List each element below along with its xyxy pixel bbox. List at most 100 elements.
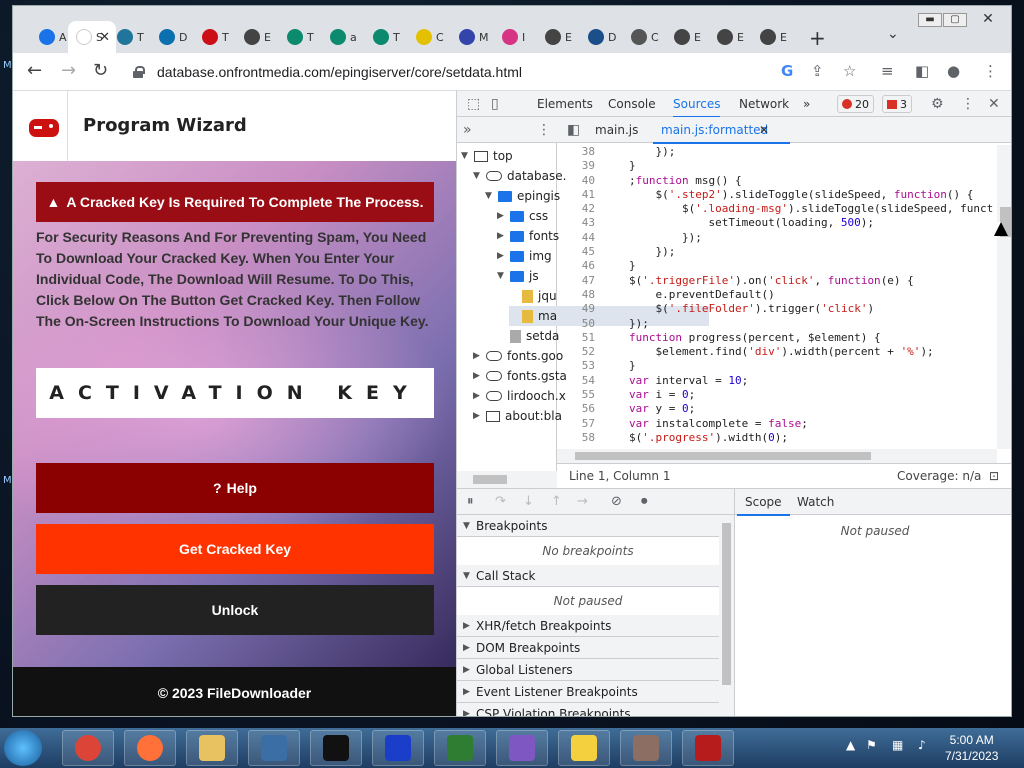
taskbar-app[interactable] — [372, 730, 424, 766]
taskbar-app[interactable] — [682, 730, 734, 766]
profile-avatar-icon[interactable]: ● — [947, 62, 960, 80]
taskbar-app[interactable] — [434, 730, 486, 766]
get-cracked-key-button[interactable]: Get Cracked Key — [36, 524, 434, 574]
browser-tab[interactable]: T — [279, 21, 321, 53]
minimize-button[interactable]: ▬ — [918, 13, 942, 27]
unlock-button[interactable]: Unlock — [36, 585, 434, 635]
browser-tab[interactable]: T — [365, 21, 407, 53]
step-over-icon[interactable]: ↷ — [495, 494, 506, 509]
code-line[interactable]: 42 $('.loading-msg').slideToggle(slideSp… — [557, 202, 997, 216]
code-line[interactable]: 56 var y = 0; — [557, 402, 997, 416]
code-line[interactable]: 40 ;function msg() { — [557, 174, 997, 188]
browser-tab[interactable]: a — [322, 21, 364, 53]
start-button[interactable] — [4, 730, 42, 766]
bookmark-star-icon[interactable]: ☆ — [843, 62, 856, 80]
tab-console[interactable]: Console — [608, 97, 656, 111]
collapse-arrow-icon[interactable]: ▶ — [497, 211, 505, 221]
show-hidden-icons[interactable]: ▲ — [846, 738, 855, 752]
debugger-scrollbar[interactable] — [719, 515, 734, 716]
line-number[interactable]: 49 — [557, 302, 595, 316]
editor-tab-main-js-formatted[interactable]: main.js:formatted — [652, 123, 791, 144]
deactivate-breakpoints-icon[interactable]: ⊘ — [611, 494, 622, 509]
browser-tab[interactable]: C — [408, 21, 450, 53]
debugger-section-header[interactable]: ▶ XHR/fetch Breakpoints — [457, 615, 719, 637]
close-devtools-icon[interactable]: ✕ — [988, 96, 1000, 112]
line-number[interactable]: 43 — [557, 216, 595, 230]
code-line[interactable]: 55 var i = 0; — [557, 388, 997, 402]
google-icon[interactable]: G — [781, 62, 793, 80]
step-out-icon[interactable]: ↑ — [551, 494, 562, 509]
expand-arrow-icon[interactable]: ▼ — [497, 271, 505, 281]
pause-icon[interactable]: ⏸ — [467, 494, 474, 509]
scroll-thumb[interactable] — [575, 452, 871, 460]
address-bar[interactable]: database.onfrontmedia.com/epingiserver/c… — [133, 59, 893, 85]
debugger-section-header[interactable]: ▼ Call Stack — [457, 565, 719, 587]
more-tabs-icon[interactable]: » — [803, 97, 810, 111]
taskbar-app[interactable] — [124, 730, 176, 766]
taskbar-app[interactable] — [248, 730, 300, 766]
scroll-thumb[interactable] — [473, 475, 507, 484]
code-line[interactable]: 58 $('.progress').width(0); — [557, 431, 997, 445]
debugger-section-header[interactable]: ▶ DOM Breakpoints — [457, 637, 719, 659]
new-tab-button[interactable]: + — [809, 26, 826, 50]
reload-icon[interactable]: ↻ — [93, 60, 108, 81]
close-window-button[interactable]: ✕ — [968, 12, 1008, 27]
code-line[interactable]: 38 }); — [557, 145, 997, 159]
device-toolbar-icon[interactable]: ▯ — [491, 96, 499, 112]
step-into-icon[interactable]: ↓ — [523, 494, 534, 509]
collapse-arrow-icon[interactable]: ▶ — [497, 231, 505, 241]
line-number[interactable]: 39 — [557, 159, 595, 173]
volume-icon[interactable]: ♪ — [918, 738, 926, 752]
code-line[interactable]: 54 var interval = 10; — [557, 374, 997, 388]
code-line[interactable]: 57 var instalcomplete = false; — [557, 417, 997, 431]
side-panel-icon[interactable]: ◧ — [915, 62, 929, 80]
error-count-badge[interactable]: 20 — [837, 95, 874, 113]
browser-tab[interactable]: D — [580, 21, 622, 53]
code-line[interactable]: 52 $element.find('div').width(percent + … — [557, 345, 997, 359]
code-line[interactable]: 39} — [557, 159, 997, 173]
browser-tab[interactable]: I — [494, 21, 536, 53]
more-panes-icon[interactable]: » — [463, 122, 472, 138]
line-number[interactable]: 38 — [557, 145, 595, 159]
maximize-button[interactable]: ▢ — [943, 13, 967, 27]
close-tab-icon[interactable]: ✕ — [759, 123, 769, 137]
tab-network[interactable]: Network — [739, 97, 789, 111]
debugger-section-header[interactable]: ▶ Global Listeners — [457, 659, 719, 681]
browser-tab[interactable]: C — [623, 21, 665, 53]
code-line[interactable]: 49 $('.fileFolder').trigger('click') — [557, 302, 997, 316]
editor-horizontal-scrollbar[interactable] — [557, 449, 997, 463]
back-icon[interactable]: ← — [27, 60, 42, 81]
editor-vertical-scrollbar[interactable] — [997, 145, 1011, 449]
inspect-element-icon[interactable]: ⬚ — [467, 96, 480, 112]
tab-elements[interactable]: Elements — [537, 97, 593, 111]
help-button[interactable]: ? Help — [36, 463, 434, 513]
editor-tab-main-js[interactable]: main.js — [595, 123, 638, 137]
step-icon[interactable]: → — [577, 494, 588, 509]
code-line[interactable]: 41 $('.step2').slideToggle(slideSpeed, f… — [557, 188, 997, 202]
tab-search-icon[interactable]: ⌄ — [887, 26, 899, 42]
taskbar-app[interactable] — [620, 730, 672, 766]
tab-watch[interactable]: Watch — [797, 495, 834, 509]
line-number[interactable]: 56 — [557, 402, 595, 416]
browser-tab[interactable]: D — [151, 21, 193, 53]
code-line[interactable]: 45 }); — [557, 245, 997, 259]
code-line[interactable]: 44 }); — [557, 231, 997, 245]
debugger-section-header[interactable]: ▶ CSP Violation Breakpoints — [457, 703, 719, 716]
browser-tab[interactable]: A — [31, 21, 73, 53]
debugger-section-header[interactable]: ▶ Event Listener Breakpoints — [457, 681, 719, 703]
menu-kebab-icon[interactable]: ⋮ — [983, 62, 998, 80]
line-number[interactable]: 51 — [557, 331, 595, 345]
code-view[interactable]: 38 }); 39} 40 ;function msg() {41 $('.step2… — [557, 145, 997, 449]
code-line[interactable]: 47 $('.triggerFile').on('click', function… — [557, 274, 997, 288]
browser-tab[interactable]: E — [709, 21, 751, 53]
browser-tab[interactable]: T — [109, 21, 151, 53]
code-line[interactable]: 46} — [557, 259, 997, 273]
browser-tab[interactable]: M — [451, 21, 493, 53]
collapse-arrow-icon[interactable]: ▶ — [473, 351, 481, 361]
line-number[interactable]: 57 — [557, 417, 595, 431]
line-number[interactable]: 41 — [557, 188, 595, 202]
collapse-arrow-icon[interactable]: ▶ — [473, 371, 481, 381]
line-number[interactable]: 46 — [557, 259, 595, 273]
taskbar-app[interactable] — [558, 730, 610, 766]
line-number[interactable]: 42 — [557, 202, 595, 216]
